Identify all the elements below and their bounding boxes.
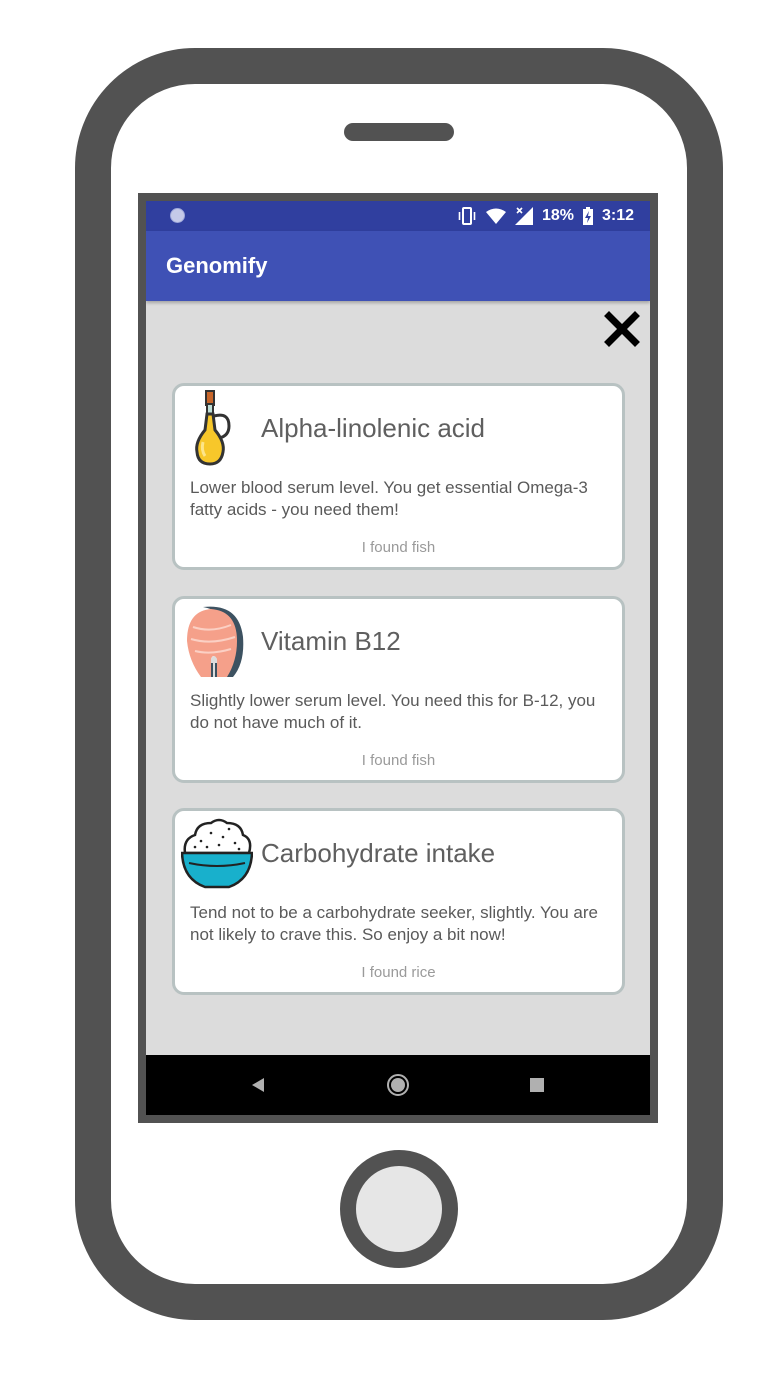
recents-icon [530, 1078, 544, 1092]
app-bar: Genomify [146, 231, 650, 301]
card-description: Slightly lower serum level. You need thi… [190, 691, 596, 732]
card-title: Vitamin B12 [261, 626, 401, 656]
result-card[interactable]: Carbohydrate intake Tend not to be a car… [172, 808, 625, 995]
card-title: Alpha-linolenic acid [261, 413, 486, 443]
card-description: Lower blood serum level. You get essenti… [190, 478, 588, 519]
notification-dot-icon [170, 208, 185, 223]
vibrate-icon [458, 207, 476, 225]
oil-bottle-icon [181, 390, 251, 466]
close-button[interactable] [604, 311, 640, 347]
result-card[interactable]: Vitamin B12 Slightly lower serum level. … [172, 596, 625, 783]
battery-percent: 18% [541, 207, 574, 224]
card-title: Carbohydrate intake [261, 838, 496, 868]
navigation-bar [146, 1055, 650, 1115]
card-source: I found fish [361, 539, 436, 556]
status-icons: 18% 3:12 [457, 206, 634, 226]
phone-speaker [344, 123, 454, 141]
back-icon [252, 1078, 264, 1092]
rice-bowl-icon [180, 815, 254, 891]
result-card[interactable]: Alpha-linolenic acid Lower blood serum l… [172, 383, 625, 570]
phone-home-button[interactable] [340, 1150, 458, 1268]
app-title: Genomify [166, 253, 268, 278]
app-screen: 18% 3:12 Genomify Alpha-linolenic acid L… [146, 201, 650, 1115]
salmon-steak-icon [181, 603, 251, 679]
clock: 3:12 [601, 207, 634, 224]
card-source: I found rice [361, 964, 436, 981]
card-description: Tend not to be a carbohydrate seeker, sl… [190, 903, 598, 944]
battery-charging-icon [582, 207, 593, 225]
status-bar: 18% 3:12 [146, 201, 650, 231]
close-icon [604, 311, 640, 347]
home-button[interactable] [385, 1072, 411, 1098]
recents-button[interactable] [524, 1072, 550, 1098]
card-source: I found fish [361, 752, 436, 769]
signal-icon [514, 207, 533, 225]
back-button[interactable] [245, 1072, 271, 1098]
wifi-icon [485, 208, 506, 224]
home-icon [387, 1074, 409, 1096]
